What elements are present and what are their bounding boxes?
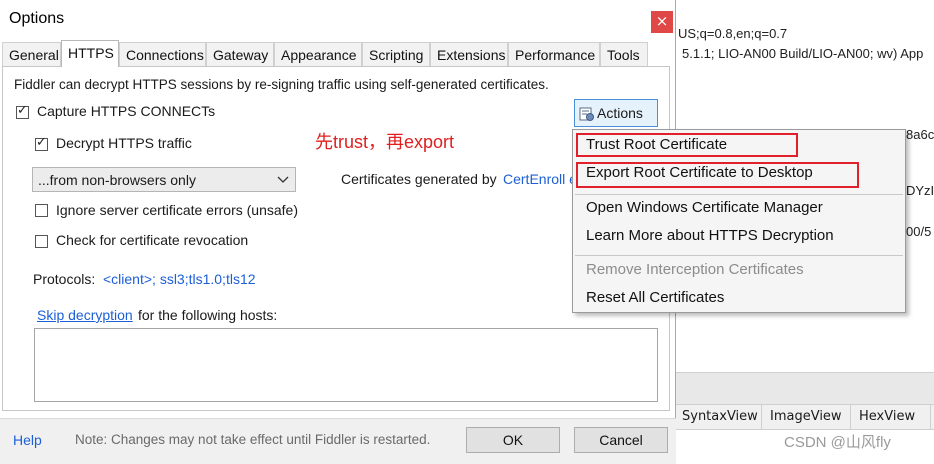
background-scroll-area [674,372,934,405]
chevron-down-icon [277,176,289,183]
ok-button[interactable]: OK [466,427,560,453]
skip-hosts-textarea[interactable] [34,328,658,402]
background-header-line: US;q=0.8,en;q=0.7 [678,26,788,41]
check-revocation-label: Check for certificate revocation [56,232,249,248]
tab-scripting[interactable]: Scripting [362,42,430,66]
annotation-text: 先trust，再export [315,132,455,152]
tab-https[interactable]: HTTPS [61,40,119,67]
decrypt-https-label: Decrypt HTTPS traffic [56,135,192,151]
tab-tools[interactable]: Tools [600,42,648,66]
dialog-title: Options [9,10,65,27]
skip-decryption-link[interactable]: Skip decryption [37,307,133,323]
help-link[interactable]: Help [13,432,42,448]
cancel-button[interactable]: Cancel [574,427,668,453]
background-header-line: 00/5 [906,224,932,239]
watermark: CSDN @山风fly [784,434,891,451]
menu-separator [575,255,903,256]
https-intro-text: Fiddler can decrypt HTTPS sessions by re… [14,77,549,92]
actions-label: Actions [597,105,643,121]
decrypt-https-checkbox[interactable] [35,135,48,151]
capture-https-label: Capture HTTPS CONNECTs [37,103,216,119]
tab-syntaxview[interactable]: SyntaxView [674,405,762,429]
highlight-trust-box [576,133,798,157]
actions-button[interactable]: Actions [574,99,658,127]
tab-hexview[interactable]: HexView [851,405,931,429]
background-header-line: 5.1.1; LIO-AN00 Build/LIO-AN00; wv) App [682,46,924,61]
menu-separator [575,194,903,195]
ignore-cert-errors-checkbox[interactable] [35,204,48,217]
actions-menu: Trust Root Certificate Export Root Certi… [572,129,906,313]
background-header-line: 8a6c [906,127,934,142]
tab-connections[interactable]: Connections [119,42,206,66]
close-button[interactable]: × [651,11,673,33]
skip-decryption-text: for the following hosts: [138,307,278,323]
tab-imageview[interactable]: ImageView [762,405,851,429]
decrypt-source-dropdown[interactable]: ...from non-browsers only [32,167,296,192]
dropdown-value: ...from non-browsers only [38,172,196,188]
check-revocation-checkbox[interactable] [35,235,48,248]
certificates-text: Certificates generated by [341,171,497,187]
ignore-cert-errors-label: Ignore server certificate errors (unsafe… [56,202,298,218]
menu-learn-more-https[interactable]: Learn More about HTTPS Decryption [586,227,834,244]
highlight-export-box [576,162,859,188]
background-header-line: DYzIi [906,183,934,198]
protocols-link[interactable]: <client>; ssl3;tls1.0;tls12 [103,271,256,287]
capture-https-checkbox[interactable] [16,103,29,119]
menu-open-certificate-manager[interactable]: Open Windows Certificate Manager [586,199,823,216]
certenroll-link[interactable]: CertEnroll e [503,171,577,187]
background-viewer-tabs: SyntaxView ImageView HexView [674,404,934,430]
dialog-footer: Help Note: Changes may not take effect u… [0,418,676,464]
menu-remove-interception-certificates: Remove Interception Certificates [586,261,804,278]
certificate-gear-icon [579,107,594,121]
tab-extensions[interactable]: Extensions [430,42,508,66]
tab-general[interactable]: General [2,42,61,66]
tab-gateway[interactable]: Gateway [206,42,274,66]
protocols-label: Protocols: [33,271,96,287]
tab-performance[interactable]: Performance [508,42,600,66]
restart-note: Note: Changes may not take effect until … [75,432,431,447]
tab-appearance[interactable]: Appearance [274,42,362,66]
close-icon: × [655,12,669,30]
menu-reset-all-certificates[interactable]: Reset All Certificates [586,289,724,306]
